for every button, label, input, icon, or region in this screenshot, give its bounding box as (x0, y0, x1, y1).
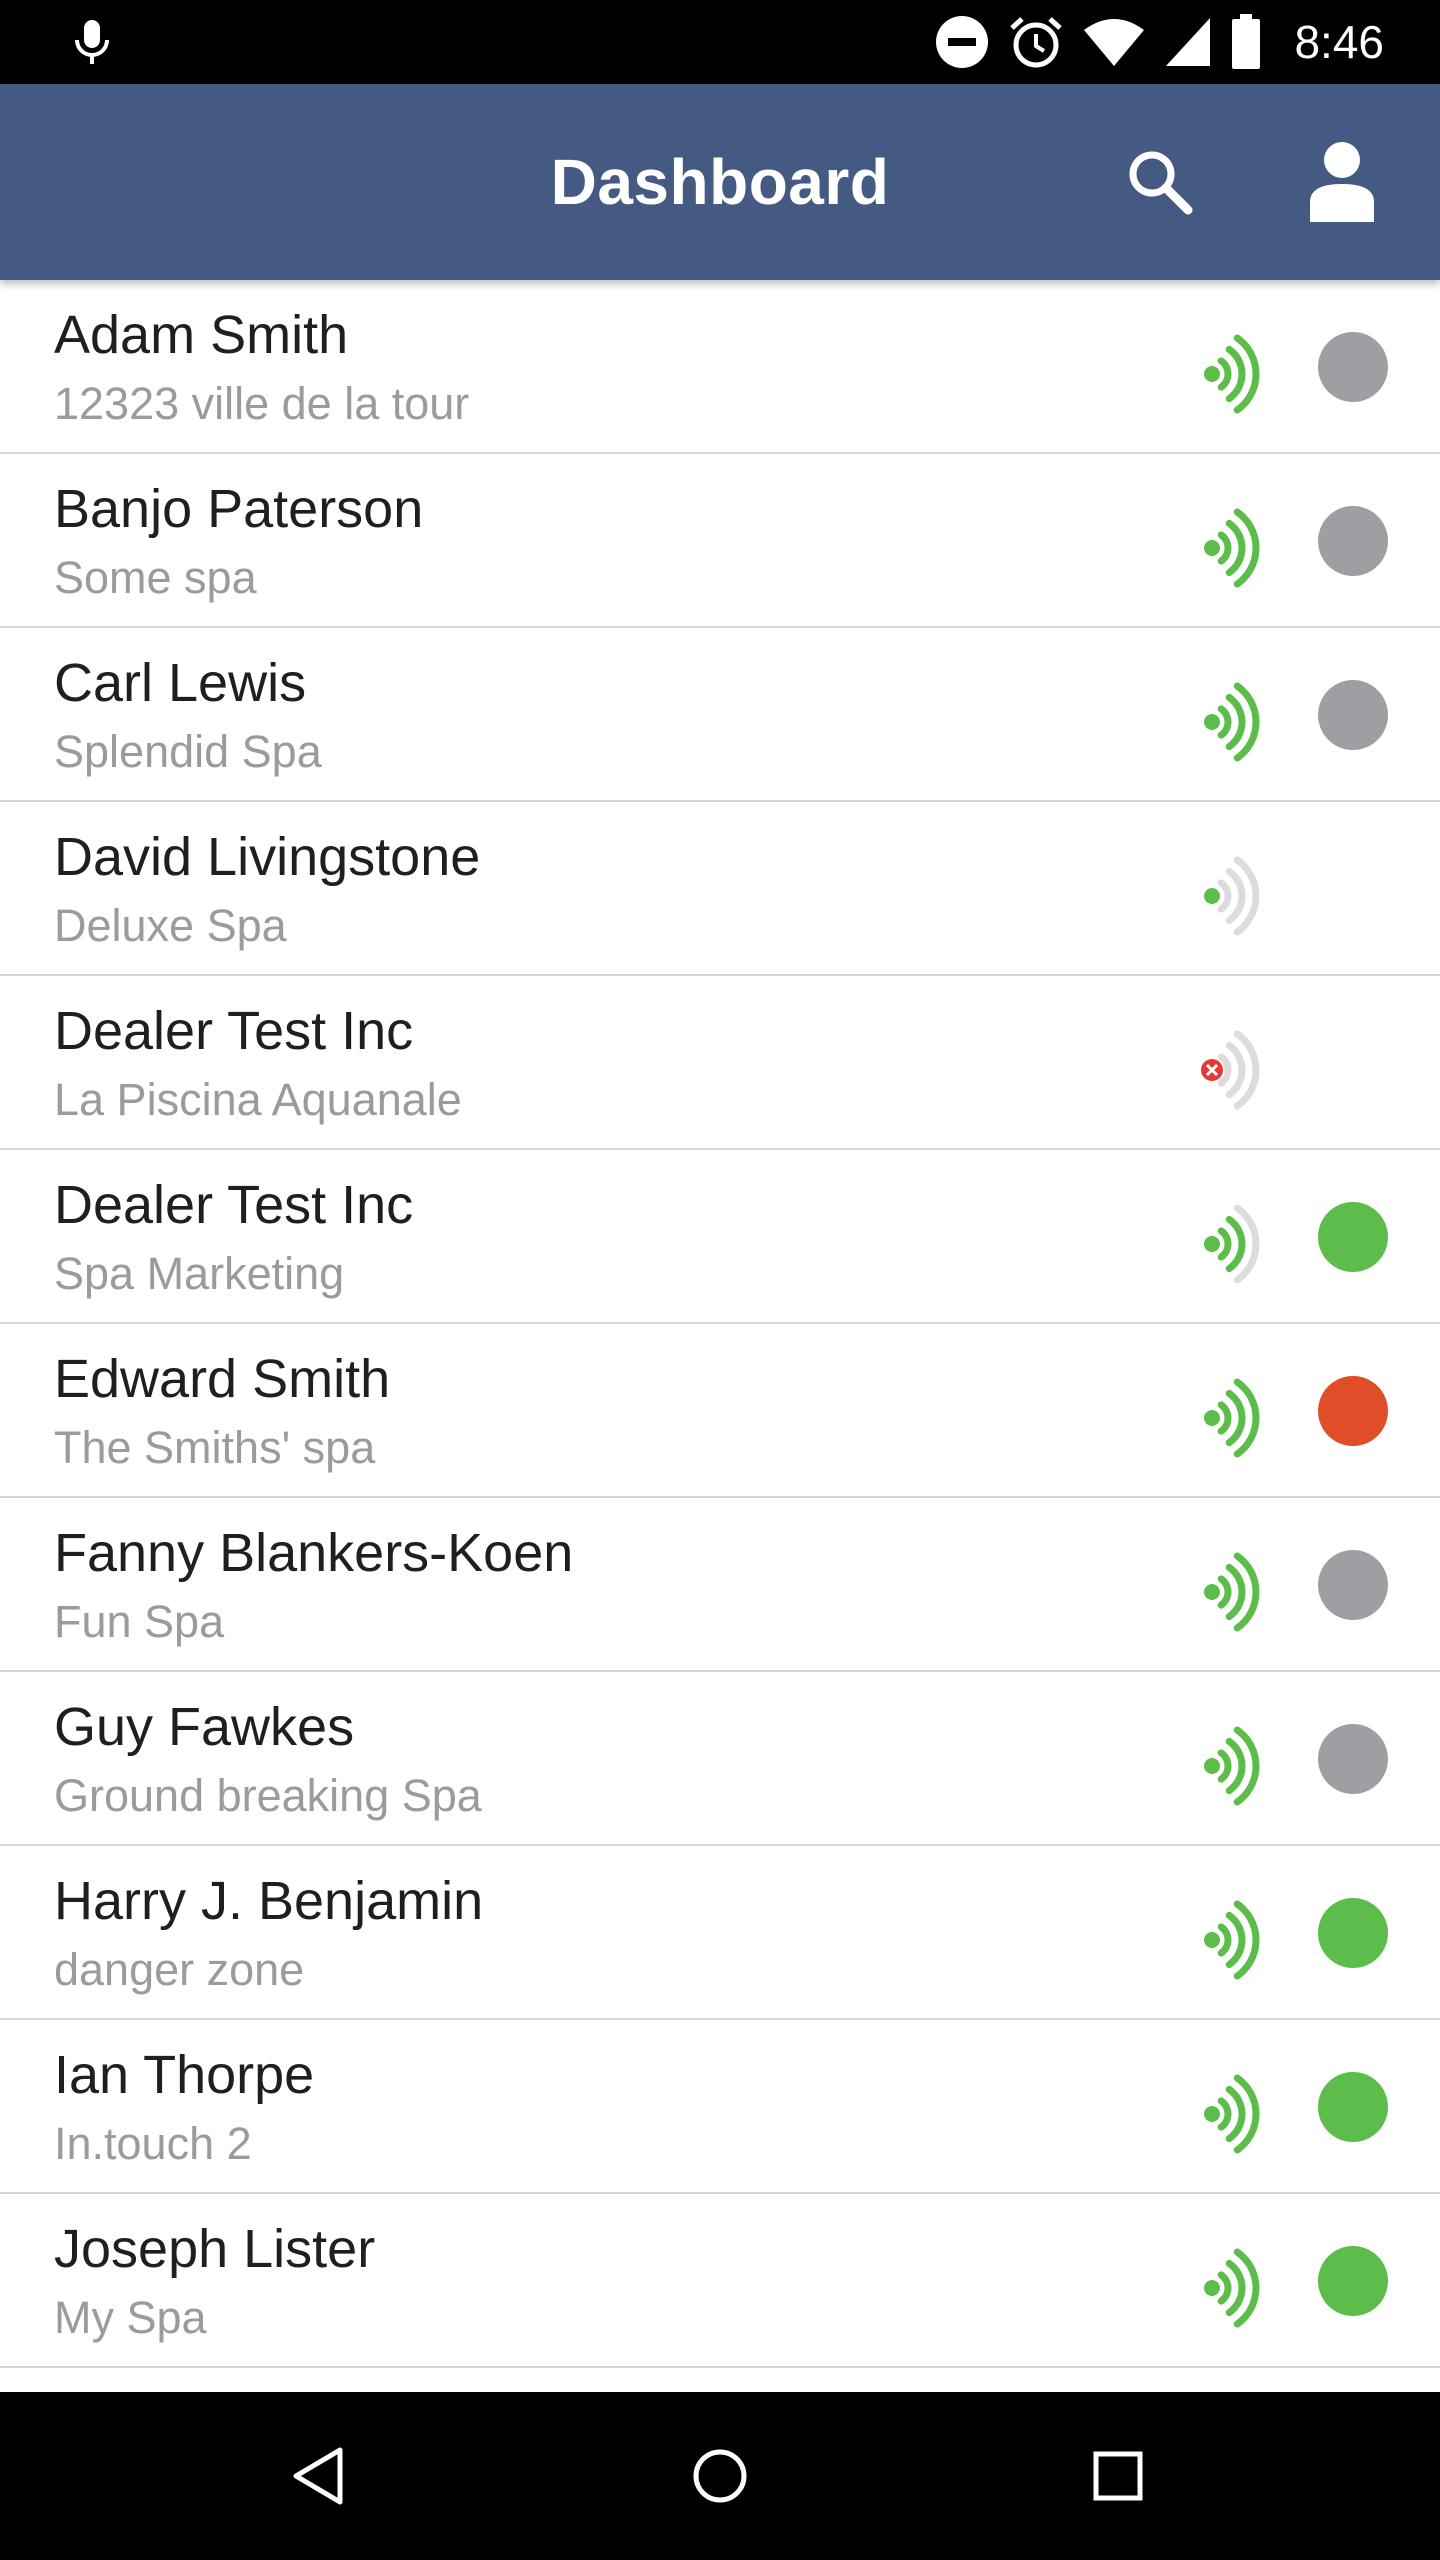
list-item[interactable]: Ian Thorpe In.touch 2 (0, 2020, 1440, 2194)
signal-error-icon (1201, 1030, 1260, 1110)
spa-name: 12323 ville de la tour (54, 378, 470, 429)
status-indicator (1318, 1898, 1388, 1968)
status-indicator (1318, 1550, 1388, 1620)
list-item[interactable]: Edward Smith The Smiths' spa (0, 1324, 1440, 1498)
list-item[interactable]: David Livingstone Deluxe Spa (0, 802, 1440, 976)
signal-icon (1204, 508, 1260, 588)
signal-icon (1204, 1900, 1260, 1980)
device-owner-name: Banjo Paterson (54, 479, 424, 539)
signal-icon (1204, 1552, 1260, 1632)
spa-name: Spa Marketing (54, 1248, 345, 1299)
status-indicator (1318, 506, 1388, 576)
wifi-icon (1084, 19, 1145, 66)
list-item[interactable]: Guy Fawkes Ground breaking Spa (0, 1672, 1440, 1846)
status-indicator (1318, 2246, 1388, 2316)
list-item[interactable]: Dealer Test Inc Spa Marketing (0, 1150, 1440, 1324)
device-owner-name: Fanny Blankers-Koen (54, 1523, 574, 1583)
battery-icon (1232, 14, 1261, 69)
page-title: Dashboard (550, 146, 890, 218)
status-icons: 8:46 (934, 12, 1384, 72)
device-list: Adam Smith 12323 ville de la tour Banjo Pa… (0, 280, 1440, 2392)
spa-name: In.touch 2 (54, 2118, 252, 2169)
device-owner-name: Dealer Test Inc (54, 1001, 414, 1061)
spa-name: Fun Spa (54, 1596, 225, 1647)
signal-icon (1204, 682, 1260, 762)
device-owner-name: Dealer Test Inc (54, 1175, 414, 1235)
signal-icon (1204, 1378, 1260, 1458)
spa-name: Some spa (54, 552, 257, 603)
status-indicator (1318, 332, 1388, 402)
list-item[interactable]: Carl Lewis Splendid Spa (0, 628, 1440, 802)
list-item[interactable]: Adam Smith 12323 ville de la tour (0, 280, 1440, 454)
navigation-bar (0, 2392, 1440, 2560)
device-owner-name: Adam Smith (54, 305, 349, 365)
search-icon[interactable] (1124, 146, 1196, 218)
app-bar: Dashboard (0, 84, 1440, 280)
status-indicator (1318, 1724, 1388, 1794)
spa-name: La Piscina Aquanale (54, 1074, 462, 1125)
list-item[interactable]: Dealer Test Inc La Piscina Aquanale (0, 976, 1440, 1150)
clock: 8:46 (1294, 16, 1384, 68)
spa-name: Ground breaking Spa (54, 1770, 482, 1821)
status-indicator (1318, 1202, 1388, 1272)
cell-signal-icon (1166, 18, 1211, 66)
status-indicator (1318, 2072, 1388, 2142)
home-icon[interactable] (680, 2436, 760, 2516)
spa-name: My Spa (54, 2292, 207, 2343)
signal-icon (1204, 2248, 1260, 2328)
device-owner-name: Edward Smith (54, 1349, 391, 1409)
device-owner-name: Carl Lewis (54, 653, 307, 713)
device-owner-name: Joseph Lister (54, 2219, 376, 2279)
alarm-icon (1010, 17, 1063, 68)
status-indicator (1318, 1376, 1388, 1446)
signal-icon (1204, 2074, 1260, 2154)
mic-icon (75, 20, 109, 64)
signal-icon (1204, 1726, 1260, 1806)
device-owner-name: David Livingstone (54, 827, 481, 887)
spa-name: Deluxe Spa (54, 900, 287, 951)
device-owner-name: Guy Fawkes (54, 1697, 355, 1757)
status-bar: 8:46 (0, 0, 1440, 84)
signal-icon (1204, 856, 1260, 936)
spa-name: Splendid Spa (54, 726, 322, 777)
back-icon[interactable] (280, 2436, 360, 2516)
spa-name: danger zone (54, 1944, 305, 1995)
list-item[interactable]: Harry J. Benjamin danger zone (0, 1846, 1440, 2020)
signal-icon (1204, 1204, 1260, 1284)
status-indicator (1318, 680, 1388, 750)
list-item[interactable]: Fanny Blankers-Koen Fun Spa (0, 1498, 1440, 1672)
list-item[interactable]: Joseph Lister My Spa (0, 2194, 1440, 2368)
list-item[interactable]: Banjo Paterson Some spa (0, 454, 1440, 628)
device-owner-name: Ian Thorpe (54, 2045, 315, 2105)
do-not-disturb-icon (936, 16, 989, 68)
signal-icon (1204, 334, 1260, 414)
spa-name: The Smiths' spa (54, 1422, 376, 1473)
recents-icon[interactable] (1078, 2436, 1158, 2516)
device-owner-name: Harry J. Benjamin (54, 1871, 484, 1931)
person-icon[interactable] (1306, 140, 1378, 224)
